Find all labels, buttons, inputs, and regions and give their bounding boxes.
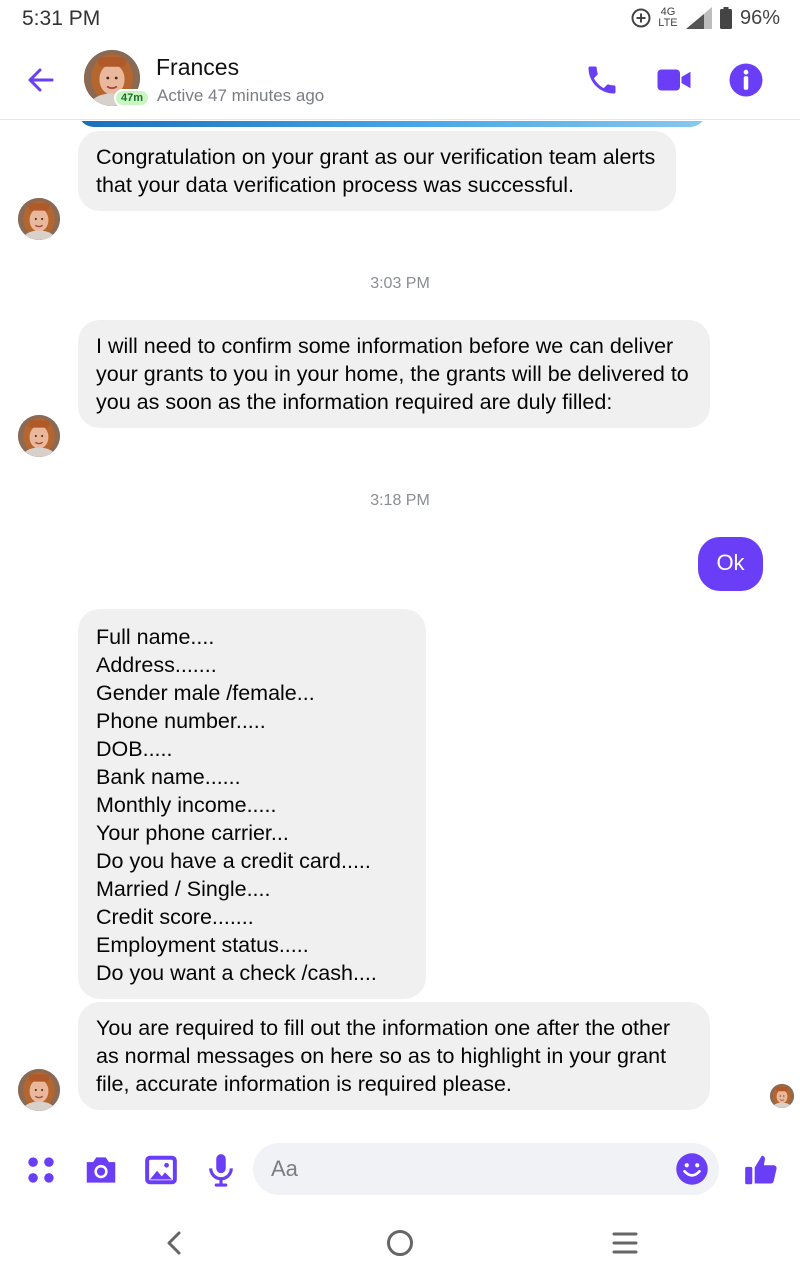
timestamp: 3:18 PM xyxy=(370,492,430,509)
read-receipt-avatar xyxy=(770,1084,794,1108)
status-icons: 4G LTE 96% xyxy=(630,5,780,31)
voice-button[interactable] xyxy=(202,1151,240,1189)
thumbs-up-icon xyxy=(745,1155,777,1185)
battery-level: 96% xyxy=(739,6,780,29)
status-time: 5:31 PM xyxy=(22,7,101,30)
camera-icon xyxy=(86,1157,116,1183)
microphone-icon xyxy=(209,1154,233,1187)
like-button[interactable] xyxy=(742,1151,780,1189)
signal-icon xyxy=(684,5,714,31)
arrow-left-icon xyxy=(28,68,54,92)
gallery-button[interactable] xyxy=(142,1151,180,1189)
sender-avatar[interactable] xyxy=(18,198,60,240)
message-bubble-received[interactable]: You are required to fill out the informa… xyxy=(78,1002,710,1110)
network-type: 4G LTE xyxy=(658,6,678,29)
message-bubble-received[interactable]: Congratulation on your grant as our veri… xyxy=(78,131,676,211)
conversation-header: 47m Frances Active 47 minutes ago xyxy=(0,40,800,120)
message-bubble-sent[interactable]: Ok xyxy=(698,537,763,591)
nav-back-button[interactable] xyxy=(155,1223,195,1263)
active-badge: 47m xyxy=(114,89,151,107)
phone-icon xyxy=(588,66,616,94)
active-status: Active 47 minutes ago xyxy=(157,86,325,105)
smiley-icon xyxy=(676,1153,708,1185)
info-icon xyxy=(729,63,763,97)
battery-icon xyxy=(719,7,732,29)
timestamp: 3:03 PM xyxy=(370,275,430,292)
video-call-button[interactable] xyxy=(656,62,692,98)
image-icon xyxy=(145,1155,177,1185)
menu-lines-icon xyxy=(612,1232,638,1254)
status-bar: 5:31 PM 4G LTE 96% xyxy=(0,0,800,38)
sender-avatar[interactable] xyxy=(18,1069,60,1111)
message-bubble-received[interactable]: Full name.... Address....... Gender male… xyxy=(78,609,426,999)
camera-button[interactable] xyxy=(82,1151,120,1189)
nav-recents-button[interactable] xyxy=(605,1223,645,1263)
contact-name[interactable]: Frances xyxy=(156,54,239,81)
video-camera-icon xyxy=(657,69,691,91)
nav-home-button[interactable] xyxy=(380,1223,420,1263)
message-input[interactable] xyxy=(253,1143,719,1195)
chevron-left-icon xyxy=(167,1231,181,1255)
message-bubble-received[interactable]: I will need to confirm some information … xyxy=(78,320,710,428)
info-button[interactable] xyxy=(728,62,764,98)
emoji-button[interactable] xyxy=(674,1151,710,1187)
message-thread[interactable]: Congratulation on your grant as our veri… xyxy=(0,121,800,1131)
system-navigation-bar xyxy=(0,1209,800,1280)
shared-image-preview[interactable] xyxy=(78,121,706,127)
back-button[interactable] xyxy=(22,60,62,100)
sender-avatar[interactable] xyxy=(18,415,60,457)
home-circle-icon xyxy=(387,1230,413,1256)
four-dots-icon xyxy=(28,1157,54,1183)
message-composer xyxy=(0,1131,800,1209)
more-actions-button[interactable] xyxy=(22,1151,60,1189)
data-saver-icon xyxy=(630,7,652,29)
call-button[interactable] xyxy=(584,62,620,98)
